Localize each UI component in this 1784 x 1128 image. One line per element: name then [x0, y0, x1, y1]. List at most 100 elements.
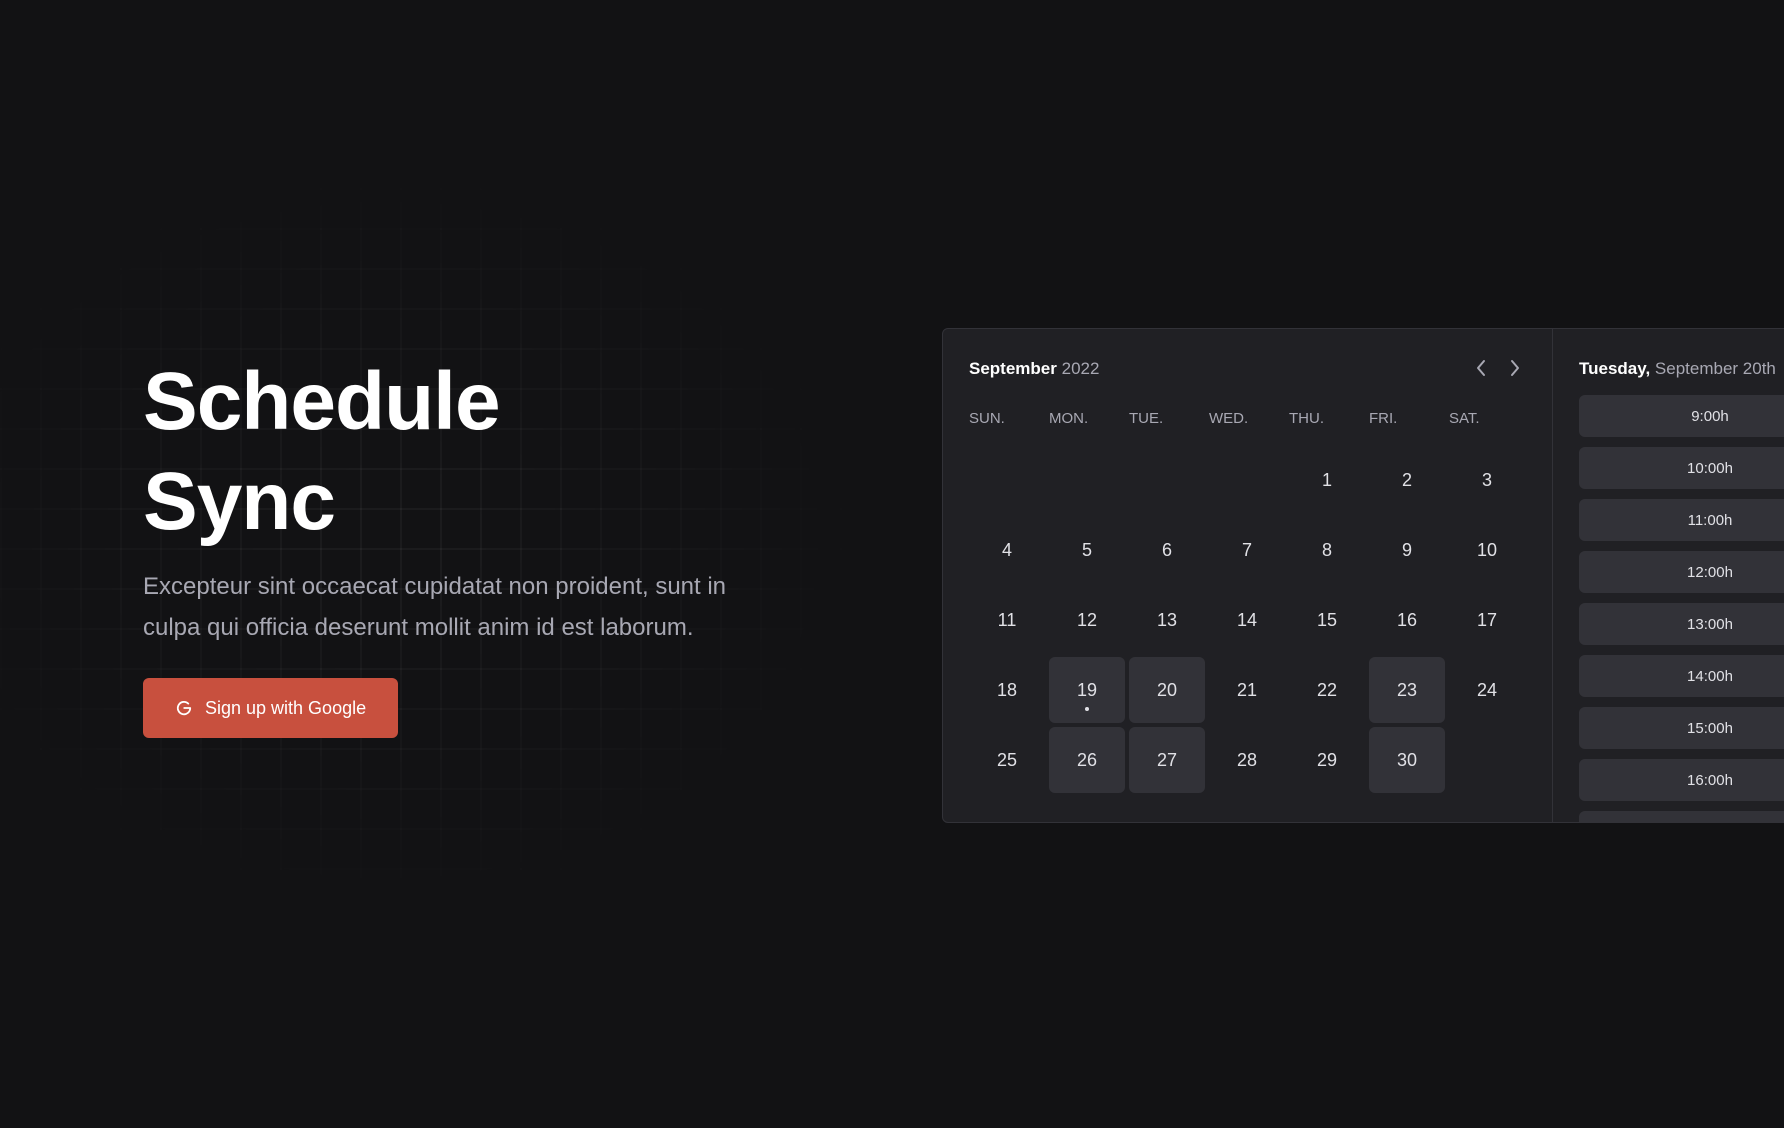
day-22: 22 [1289, 657, 1365, 723]
hero-title-line-2: Sync [143, 456, 336, 547]
weekday-label: TUE. [1129, 410, 1164, 427]
day-14: 14 [1209, 587, 1285, 653]
chevron-left-icon [1475, 359, 1487, 380]
weekday-label: FRI. [1369, 410, 1398, 427]
time-picker: Tuesday, September 20th 9:00h 10:00h 11:00… [1553, 329, 1784, 822]
time-slot-button[interactable]: 10:00h [1579, 447, 1784, 489]
day-18: 18 [969, 657, 1045, 723]
calendar-days-grid: 1 2 3 4 5 6 7 8 9 10 11 12 13 14 15 16 17 18 19 20 21 22 23 24 2… [969, 447, 1526, 793]
time-slot-button[interactable]: 13:00h [1579, 603, 1784, 645]
day-13: 13 [1129, 587, 1205, 653]
day-26[interactable]: 26 [1049, 727, 1125, 793]
day-16: 16 [1369, 587, 1445, 653]
day-number: 23 [1396, 679, 1418, 700]
selected-date-header: Tuesday, September 20th [1579, 355, 1784, 383]
day-7: 7 [1209, 517, 1285, 583]
day-number: 3 [1481, 469, 1492, 490]
empty-day-cell [1049, 447, 1125, 513]
time-slot-button[interactable]: 12:00h [1579, 551, 1784, 593]
time-slot-button[interactable]: 15:00h [1579, 707, 1784, 749]
calendar-year: 2022 [1061, 359, 1100, 378]
empty-day-cell [969, 447, 1045, 513]
day-number: 12 [1076, 609, 1098, 630]
day-number: 4 [1001, 539, 1012, 560]
day-number: 6 [1161, 539, 1172, 560]
day-11: 11 [969, 587, 1045, 653]
weekday-label: SAT. [1449, 410, 1480, 427]
day-1: 1 [1289, 447, 1365, 513]
day-3: 3 [1449, 447, 1525, 513]
hero-section: Schedule Sync Excepteur sint occaecat cu… [143, 352, 783, 738]
sign-up-google-button[interactable]: Sign up with Google [143, 678, 399, 738]
day-number: 27 [1156, 749, 1178, 770]
day-number: 19 [1076, 679, 1098, 700]
day-28: 28 [1209, 727, 1285, 793]
day-number: 2 [1401, 469, 1412, 490]
day-number: 21 [1236, 679, 1258, 700]
weekday-label: WED. [1209, 410, 1249, 427]
landing-page: Schedule Sync Excepteur sint occaecat cu… [0, 0, 1784, 1128]
selected-date: September 20th [1654, 359, 1776, 378]
weekday-label: MON. [1049, 410, 1089, 427]
day-number: 20 [1156, 679, 1178, 700]
weekday-label: THU. [1289, 410, 1324, 427]
day-number: 26 [1076, 749, 1098, 770]
calendar-month-title: September 2022 [969, 359, 1099, 379]
today-indicator-dot [1085, 707, 1089, 711]
day-23[interactable]: 23 [1369, 657, 1445, 723]
day-10: 10 [1449, 517, 1525, 583]
day-27[interactable]: 27 [1129, 727, 1205, 793]
hero-title-line-1: Schedule [143, 356, 501, 447]
empty-day-cell [1129, 447, 1205, 513]
day-number: 29 [1316, 749, 1338, 770]
day-19[interactable]: 19 [1049, 657, 1125, 723]
empty-day-cell [1449, 727, 1525, 793]
day-12: 12 [1049, 587, 1125, 653]
day-30[interactable]: 30 [1369, 727, 1445, 793]
day-29: 29 [1289, 727, 1365, 793]
calendar-nav [1472, 358, 1524, 380]
day-number: 1 [1321, 469, 1332, 490]
day-2: 2 [1369, 447, 1445, 513]
calendar-month: September [969, 359, 1057, 378]
hero-description: Excepteur sint occaecat cupidatat non pr… [143, 573, 727, 641]
day-number: 30 [1396, 749, 1418, 770]
time-slot-button[interactable]: 17:00h [1579, 811, 1784, 822]
day-number: 18 [996, 679, 1018, 700]
sign-up-google-label: Sign up with Google [205, 697, 367, 718]
weekday-header-row: SUN. MON. TUE. WED. THU. FRI. SAT. [969, 409, 1526, 429]
scheduler-card: September 2022 SUN. MON. TUE. WED. THU. … [942, 328, 1784, 823]
day-15: 15 [1289, 587, 1365, 653]
next-month-button[interactable] [1506, 358, 1524, 380]
selected-weekday: Tuesday, [1579, 359, 1651, 378]
day-20[interactable]: 20 [1129, 657, 1205, 723]
time-slot-button[interactable]: 14:00h [1579, 655, 1784, 697]
time-slot-list: 9:00h 10:00h 11:00h 12:00h 13:00h 14:00h 15:00… [1579, 395, 1784, 822]
day-4: 4 [969, 517, 1045, 583]
time-slot-button[interactable]: 9:00h [1579, 395, 1784, 437]
empty-day-cell [1209, 447, 1285, 513]
day-number: 15 [1316, 609, 1338, 630]
day-9: 9 [1369, 517, 1445, 583]
day-number: 7 [1241, 539, 1252, 560]
day-number: 16 [1396, 609, 1418, 630]
day-24: 24 [1449, 657, 1525, 723]
calendar-header: September 2022 [969, 355, 1526, 383]
day-number: 24 [1476, 679, 1498, 700]
calendar: September 2022 SUN. MON. TUE. WED. THU. … [943, 329, 1553, 822]
previous-month-button[interactable] [1472, 358, 1490, 380]
day-number: 9 [1401, 539, 1412, 560]
day-number: 28 [1236, 749, 1258, 770]
day-17: 17 [1449, 587, 1525, 653]
google-icon [175, 699, 193, 717]
weekday-label: SUN. [969, 410, 1005, 427]
time-slot-button[interactable]: 11:00h [1579, 499, 1784, 541]
day-number: 11 [997, 609, 1017, 630]
day-25: 25 [969, 727, 1045, 793]
day-number: 13 [1156, 609, 1178, 630]
time-slot-button[interactable]: 16:00h [1579, 759, 1784, 801]
day-number: 22 [1316, 679, 1338, 700]
day-number: 8 [1321, 539, 1332, 560]
day-21: 21 [1209, 657, 1285, 723]
day-number: 5 [1081, 539, 1092, 560]
